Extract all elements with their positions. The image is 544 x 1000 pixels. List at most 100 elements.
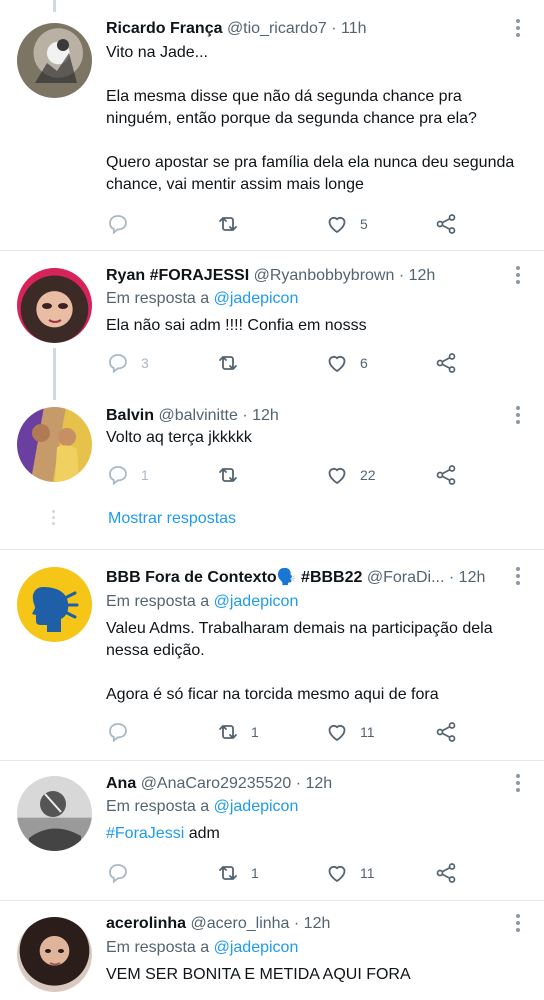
like-button[interactable]: 11: [325, 720, 375, 744]
share-button[interactable]: [434, 861, 458, 885]
reply-icon: [109, 354, 127, 374]
more-options-icon[interactable]: [516, 406, 522, 427]
reply-count: 1: [141, 467, 149, 483]
avatar[interactable]: [17, 268, 92, 343]
reply-icon: [109, 466, 127, 486]
reply-context-handle[interactable]: @jadepicon: [214, 593, 299, 610]
author-handle[interactable]: @acero_linha: [190, 915, 289, 932]
share-button[interactable]: [434, 720, 458, 744]
tweet-balvin[interactable]: Balvin @balvinitte · 12h Volto aq terça …: [0, 391, 544, 546]
reply-button[interactable]: [106, 720, 141, 744]
reply-button[interactable]: [106, 212, 141, 236]
reply-context-label: Em resposta a: [106, 593, 210, 610]
share-icon: [436, 465, 456, 485]
more-options-icon[interactable]: [516, 19, 522, 40]
heart-icon: [328, 216, 346, 233]
retweet-icon: [219, 468, 237, 482]
heart-icon: [328, 724, 346, 741]
reply-button[interactable]: 1: [106, 463, 149, 487]
like-button[interactable]: 5: [325, 212, 368, 236]
like-button[interactable]: 11: [325, 861, 375, 885]
timestamp[interactable]: · 12h: [296, 775, 332, 792]
reply-context-label: Em resposta a: [106, 939, 210, 956]
reply-context-label: Em resposta a: [106, 290, 210, 307]
author-name[interactable]: Ricardo França: [106, 20, 222, 37]
retweet-button[interactable]: [216, 463, 251, 487]
reply-context-label: Em resposta a: [106, 798, 210, 815]
author-name[interactable]: Ana: [106, 775, 136, 792]
share-button[interactable]: [434, 212, 458, 236]
reply-button[interactable]: 3: [106, 351, 149, 375]
author-handle[interactable]: @AnaCaro29235520: [141, 775, 292, 792]
retweet-button[interactable]: 1: [216, 861, 259, 885]
more-options-icon[interactable]: [516, 774, 522, 795]
timestamp[interactable]: · 12h: [294, 915, 330, 932]
tweet-actions: 5: [106, 212, 466, 236]
tweet-text: Valeu Adms. Trabalharam demais na partic…: [106, 620, 493, 703]
tweet-bbb-fora-de-contexto[interactable]: BBB Fora de Contexto🗣️ #BBB22 @ForaDi...…: [0, 550, 544, 760]
reply-context-handle[interactable]: @jadepicon: [214, 939, 299, 956]
author-name[interactable]: Ryan #FORAJESSI: [106, 267, 249, 284]
timestamp[interactable]: · 12h: [242, 407, 278, 424]
avatar[interactable]: [17, 567, 92, 642]
tweet-text: Vito na Jade... Ela mesma disse que não …: [106, 44, 515, 193]
tweet-acerolinha[interactable]: acerolinha @acero_linha · 12h Em respost…: [0, 901, 544, 1000]
author-name[interactable]: Balvin: [106, 407, 154, 424]
share-icon: [436, 722, 456, 742]
reply-count: 3: [141, 355, 149, 371]
heart-icon: [328, 355, 346, 372]
tweet-actions: 1 22: [106, 463, 466, 487]
retweet-icon: [219, 356, 237, 370]
timestamp[interactable]: · 12h: [449, 569, 485, 586]
retweet-icon: [219, 725, 237, 739]
tweet-text: VEM SER BONITA E METIDA AQUI FORA: [106, 966, 411, 983]
reply-button[interactable]: [106, 861, 141, 885]
hashtag-link[interactable]: #ForaJessi: [106, 825, 184, 842]
reply-context: Em resposta a @jadepicon: [106, 289, 298, 309]
author-name[interactable]: acerolinha: [106, 915, 186, 932]
tweet-text: Volto aq terça jkkkkk: [106, 429, 252, 446]
timestamp[interactable]: · 12h: [399, 267, 435, 284]
reply-context-handle[interactable]: @jadepicon: [214, 290, 299, 307]
author-handle[interactable]: @tio_ricardo7: [227, 20, 327, 37]
avatar[interactable]: [17, 407, 92, 482]
like-count: 11: [360, 724, 375, 740]
like-count: 6: [360, 355, 368, 371]
like-button[interactable]: 6: [325, 351, 368, 375]
reply-icon: [109, 864, 127, 884]
avatar[interactable]: [17, 23, 92, 98]
author-handle[interactable]: @Ryanbobbybrown: [254, 267, 395, 284]
like-button[interactable]: 22: [325, 463, 376, 487]
retweet-button[interactable]: [216, 351, 251, 375]
reply-context-handle[interactable]: @jadepicon: [214, 798, 299, 815]
avatar[interactable]: [17, 776, 92, 851]
share-button[interactable]: [434, 351, 458, 375]
heart-icon: [328, 467, 346, 484]
author-handle[interactable]: @balvinitte: [158, 407, 237, 424]
tweet-actions: 1 11: [106, 720, 466, 744]
author-name[interactable]: BBB Fora de Contexto🗣️ #BBB22: [106, 569, 362, 586]
more-options-icon[interactable]: [516, 266, 522, 287]
reply-context: Em resposta a @jadepicon: [106, 797, 298, 817]
tweet-text: #ForaJessi adm: [106, 823, 524, 845]
retweet-button[interactable]: [216, 212, 251, 236]
retweet-count: 1: [251, 865, 259, 881]
retweet-button[interactable]: 1: [216, 720, 259, 744]
retweet-icon: [219, 866, 237, 880]
heart-icon: [328, 865, 346, 882]
tweet-ana[interactable]: Ana @AnaCaro29235520 · 12h Em resposta a…: [0, 761, 544, 901]
more-options-icon[interactable]: [516, 567, 522, 588]
tweet-actions: 1 11: [106, 861, 466, 885]
tweet-ryan[interactable]: Ryan #FORAJESSI @Ryanbobbybrown · 12h Em…: [0, 251, 544, 391]
tweet-ricardo[interactable]: Ricardo França @tio_ricardo7 · 11h Vito …: [0, 0, 544, 250]
tweet-text-rest: adm: [184, 825, 220, 842]
author-handle[interactable]: @ForaDi...: [367, 569, 445, 586]
timestamp[interactable]: · 11h: [331, 20, 366, 37]
like-count: 5: [360, 216, 368, 232]
show-replies-link[interactable]: Mostrar respostas: [108, 510, 236, 528]
more-options-icon[interactable]: [516, 914, 522, 935]
share-icon: [436, 863, 456, 883]
reply-icon: [109, 723, 127, 743]
share-button[interactable]: [434, 463, 458, 487]
avatar[interactable]: [17, 917, 92, 992]
